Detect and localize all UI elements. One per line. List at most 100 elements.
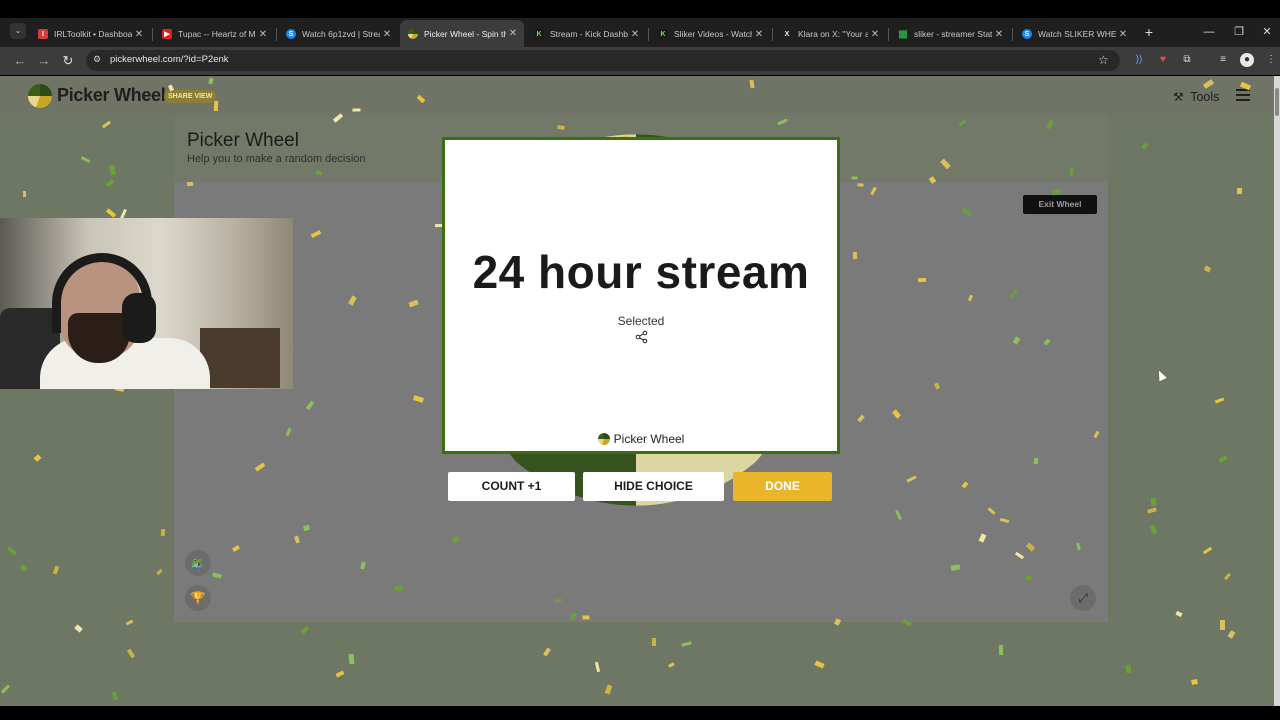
confetti-piece [857, 183, 864, 187]
close-icon[interactable]: ✕ [752, 29, 766, 40]
confetti-piece [852, 251, 858, 260]
confetti-piece [393, 585, 404, 592]
browser-toolbar: ← → ↻ ⚙ pickerwheel.com/?id=P2enk ☆ )) ♥… [0, 47, 1280, 75]
confetti-piece [917, 277, 927, 283]
close-icon[interactable]: ✕ [992, 29, 1006, 40]
close-icon[interactable]: ✕ [1116, 29, 1130, 40]
back-icon[interactable]: ← [10, 51, 30, 71]
media-icon[interactable]: ≡ [1216, 53, 1230, 67]
close-icon[interactable]: ✕ [132, 29, 146, 40]
address-bar[interactable]: ⚙ pickerwheel.com/?id=P2enk ☆ [86, 50, 1120, 71]
close-icon[interactable]: ✕ [506, 28, 520, 39]
window-close-icon[interactable]: ✕ [1252, 22, 1280, 42]
scrollbar[interactable] [1274, 76, 1280, 706]
site-header: Picker Wheel SHARE VIEW ⚒ Tools [0, 76, 1274, 116]
hide-choice-button[interactable]: HIDE CHOICE [583, 472, 724, 501]
close-icon[interactable]: ✕ [868, 29, 882, 40]
url-text: pickerwheel.com/?id=P2enk [110, 54, 229, 65]
tab-search-button[interactable]: ⌄ [10, 23, 26, 39]
confetti-piece [998, 644, 1004, 656]
tab-favicon: X [784, 30, 790, 38]
confetti-piece [186, 181, 194, 187]
extension-icon[interactable]: ♥ [1156, 53, 1170, 67]
scrollbar-thumb[interactable] [1275, 88, 1279, 116]
confetti-piece [1236, 187, 1243, 195]
close-icon[interactable]: ✕ [380, 29, 394, 40]
tab-tupac[interactable]: ▶ Tupac -- Heartz of Men ✕ [154, 22, 274, 46]
modal-brand: Picker Wheel [445, 432, 837, 446]
page-subtitle: Help you to make a random decision [187, 153, 366, 165]
tab-favicon: K [534, 29, 544, 39]
tab-irltoolkit[interactable]: I IRLToolkit • Dashboard ✕ [30, 22, 150, 46]
tab-title: Klara on X: "Your average [798, 29, 868, 39]
tab-picker-wheel[interactable]: Picker Wheel - Spin the Wheel ✕ [400, 20, 524, 47]
trophy-icon[interactable]: 🏆 [185, 585, 211, 611]
confetti-piece [1150, 497, 1157, 507]
page-title: Picker Wheel [187, 130, 299, 151]
profile-avatar[interactable]: ● [1240, 53, 1254, 67]
site-info-icon[interactable]: ⚙ [93, 54, 101, 65]
site-logo-text[interactable]: Picker Wheel [57, 85, 166, 106]
result-modal: 24 hour stream Selected Picker Wheel [442, 137, 840, 454]
confetti-piece [160, 528, 166, 537]
tab-title: Stream - Kick Dashboard [550, 29, 628, 39]
tab-klara-x[interactable]: X Klara on X: "Your average ✕ [774, 22, 886, 46]
menu-dots-icon[interactable]: ⋮ [1264, 53, 1278, 67]
exit-wheel-button[interactable]: Exit Wheel [1023, 195, 1097, 214]
tab-kick-dashboard[interactable]: K Stream - Kick Dashboard ✕ [526, 22, 646, 46]
minimize-icon[interactable]: — [1194, 22, 1224, 42]
tab-favicon: ▶ [162, 29, 172, 39]
tab-favicon: K [658, 29, 668, 39]
bookmark-star-icon[interactable]: ☆ [1098, 53, 1109, 67]
tab-title: sliker - streamer Stats [914, 29, 992, 39]
headset-earcup [122, 293, 156, 343]
hammer-icon: ⚒ [1173, 90, 1184, 104]
browser-tabstrip: ⌄ I IRLToolkit • Dashboard ✕ ▶ Tupac -- … [0, 18, 1280, 47]
confetti-piece [352, 108, 361, 112]
new-tab-button[interactable]: + [1140, 22, 1158, 42]
bottom-bar [0, 706, 1280, 720]
tab-streamable[interactable]: S Watch 6p1zvd | Streamable ✕ [278, 22, 398, 46]
tab-favicon: S [1022, 29, 1032, 39]
done-button[interactable]: DONE [733, 472, 832, 501]
screen: ⌄ I IRLToolkit • Dashboard ✕ ▶ Tupac -- … [0, 0, 1280, 720]
count-plus-one-button[interactable]: COUNT +1 [448, 472, 575, 501]
tab-title: Picker Wheel - Spin the Wheel [424, 28, 506, 39]
tab-title: IRLToolkit • Dashboard [54, 29, 132, 39]
confetti-piece [22, 190, 27, 198]
picker-wheel-logo[interactable] [28, 84, 52, 108]
tools-label: Tools [1190, 90, 1220, 104]
hamburger-menu-icon[interactable] [1236, 89, 1250, 101]
selected-label: Selected [617, 314, 665, 328]
webcam-background-object [200, 328, 280, 388]
share-view-badge: SHARE VIEW [164, 90, 217, 103]
close-icon[interactable]: ✕ [256, 29, 270, 40]
confetti-piece [348, 653, 355, 665]
webcam-overlay [0, 218, 293, 389]
forward-icon[interactable]: → [34, 51, 54, 71]
tab-title: Sliker Videos - Watch [674, 29, 752, 39]
restore-icon[interactable]: ❐ [1224, 22, 1254, 42]
tab-watch-sliker[interactable]: S Watch SLIKER WHEN ✕ [1014, 22, 1134, 46]
puzzle-icon[interactable]: ⧉ [1180, 53, 1194, 67]
extension-icon[interactable]: )) [1132, 53, 1146, 67]
tab-sliker-videos[interactable]: K Sliker Videos - Watch ✕ [650, 22, 770, 46]
tab-favicon: S [286, 29, 296, 39]
modal-brand-text: Picker Wheel [613, 432, 685, 446]
tab-title: Tupac -- Heartz of Men [178, 29, 256, 39]
share-icon[interactable] [635, 330, 649, 344]
confetti-piece [582, 615, 590, 620]
tab-favicon: I [38, 29, 48, 39]
confetti-piece [1025, 575, 1032, 581]
sound-icon[interactable]: 🔈 [185, 550, 211, 576]
tab-favicon: ▦ [898, 28, 908, 40]
confetti-piece [1220, 620, 1225, 630]
close-icon[interactable]: ✕ [628, 29, 642, 40]
tab-title: Watch SLIKER WHEN [1038, 29, 1116, 39]
fullscreen-icon[interactable]: ⤢ [1070, 585, 1096, 611]
reload-icon[interactable]: ↻ [58, 51, 78, 71]
tools-menu[interactable]: ⚒ Tools [1173, 88, 1219, 106]
tab-streamer-stats[interactable]: ▦ sliker - streamer Stats ✕ [890, 22, 1010, 46]
confetti-piece [213, 100, 219, 112]
tab-title: Watch 6p1zvd | Streamable [302, 29, 380, 39]
